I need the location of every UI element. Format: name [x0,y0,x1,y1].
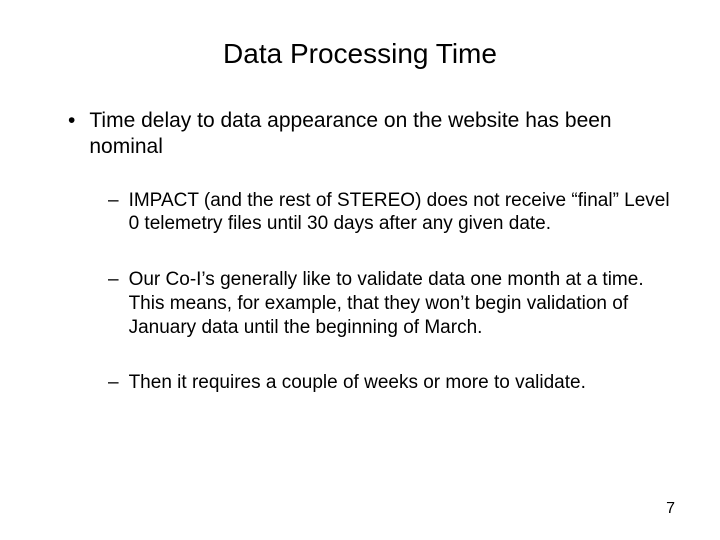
bullet-mark: – [108,189,119,213]
bullet-item: – Then it requires a couple of weeks or … [108,371,670,395]
bullet-mark: – [108,268,119,292]
bullet-text: Our Co-I’s generally like to validate da… [129,268,670,339]
bullet-item: – Our Co-I’s generally like to validate … [108,268,670,339]
bullet-text: Time delay to data appearance on the web… [89,108,670,161]
bullet-mark: • [68,108,75,134]
slide-title: Data Processing Time [50,38,670,70]
bullet-text: Then it requires a couple of weeks or mo… [129,371,670,395]
bullet-item: – IMPACT (and the rest of STEREO) does n… [108,189,670,237]
bullet-mark: – [108,371,119,395]
page-number: 7 [666,500,675,518]
bullet-item: • Time delay to data appearance on the w… [68,108,670,161]
bullet-text: IMPACT (and the rest of STEREO) does not… [129,189,670,237]
